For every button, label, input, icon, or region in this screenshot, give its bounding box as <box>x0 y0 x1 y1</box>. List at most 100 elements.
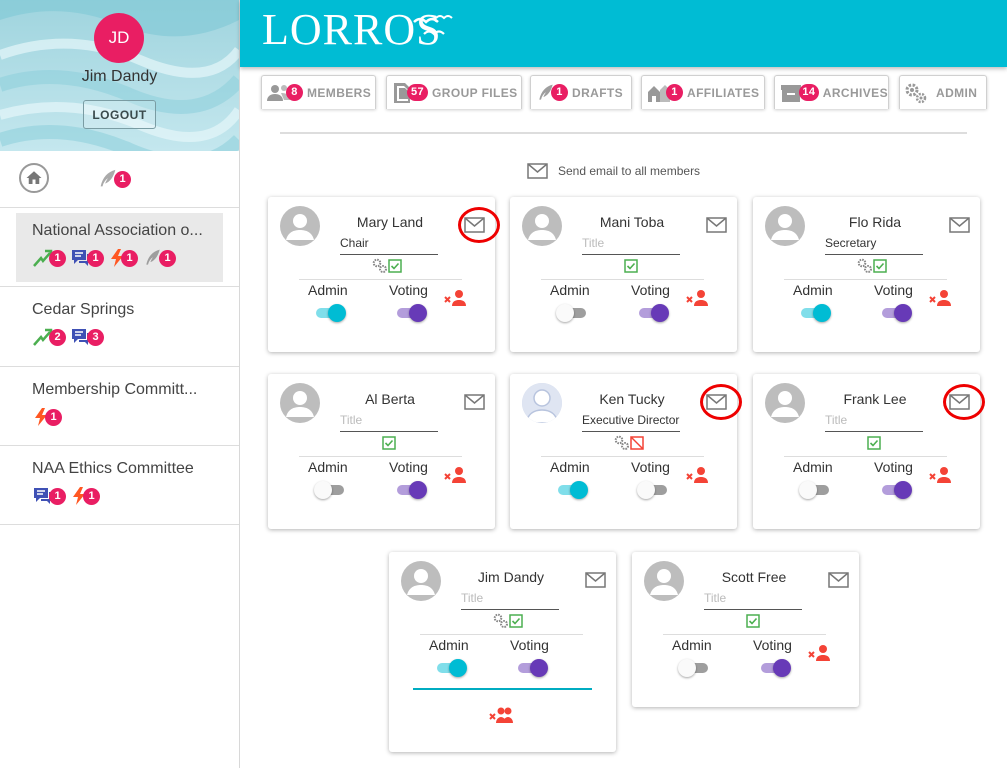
member-title-field[interactable]: Executive Director <box>582 413 680 427</box>
checkbox-checked-icon[interactable] <box>746 614 760 628</box>
toggle-knob[interactable] <box>773 659 791 677</box>
permission-icons <box>746 612 760 630</box>
member-title-field[interactable]: Chair <box>340 236 438 250</box>
toggle-knob[interactable] <box>556 304 574 322</box>
member-title-field[interactable]: Title <box>340 413 438 427</box>
checkbox-checked-icon[interactable] <box>873 259 887 273</box>
admin-toggle[interactable] <box>556 303 586 323</box>
toggle-knob[interactable] <box>637 481 655 499</box>
toggle-knob[interactable] <box>449 659 467 677</box>
group-activity-lightning[interactable]: 1 <box>32 407 62 427</box>
voting-toggle[interactable] <box>397 480 427 500</box>
toggle-knob[interactable] <box>530 659 548 677</box>
member-avatar[interactable] <box>765 206 805 246</box>
toggle-knob[interactable] <box>314 481 332 499</box>
member-avatar[interactable] <box>522 383 562 423</box>
email-member-button[interactable] <box>828 572 849 593</box>
email-member-button[interactable] <box>706 217 727 238</box>
remove-member-button[interactable] <box>929 465 953 490</box>
member-title-field[interactable]: Title <box>704 591 802 605</box>
tab-drafts[interactable]: 1 DRAFTS <box>530 75 632 109</box>
member-avatar[interactable] <box>401 561 441 601</box>
tab-archives[interactable]: 14 ARCHIVES <box>774 75 889 109</box>
member-avatar[interactable] <box>522 206 562 246</box>
admin-toggle[interactable] <box>801 303 831 323</box>
member-avatar[interactable] <box>280 383 320 423</box>
remove-member-button[interactable] <box>929 288 953 313</box>
member-avatar[interactable] <box>644 561 684 601</box>
toggle-knob[interactable] <box>799 481 817 499</box>
toggle-knob[interactable] <box>894 304 912 322</box>
gear-icon[interactable] <box>614 435 630 451</box>
member-title-field[interactable]: Title <box>582 236 680 250</box>
toggle-knob[interactable] <box>894 481 912 499</box>
user-avatar[interactable]: JD <box>94 13 144 63</box>
count-badge: 1 <box>49 249 66 267</box>
admin-toggle[interactable] <box>314 480 344 500</box>
group-activity-runner[interactable]: 1 <box>32 248 66 268</box>
drafts-shortcut[interactable]: 1 <box>97 167 131 191</box>
voting-toggle[interactable] <box>637 480 667 500</box>
checkbox-checked-icon[interactable] <box>509 614 523 628</box>
tab-admin[interactable]: ADMIN <box>899 75 987 109</box>
voting-label: Voting <box>389 459 428 475</box>
voting-toggle[interactable] <box>639 303 669 323</box>
voting-toggle[interactable] <box>882 480 912 500</box>
group-activity-quill[interactable]: 1 <box>142 248 176 268</box>
tab-affiliates[interactable]: 1 AFFILIATES <box>641 75 765 109</box>
admin-toggle[interactable] <box>799 480 829 500</box>
group-activity-lightning[interactable]: 1 <box>70 486 100 506</box>
checkbox-checked-icon[interactable] <box>867 436 881 450</box>
admin-toggle[interactable] <box>437 658 467 678</box>
email-member-button[interactable] <box>464 394 485 415</box>
group-activity-chat[interactable]: 3 <box>70 327 104 347</box>
gear-icon[interactable] <box>857 258 873 274</box>
mail-icon <box>706 217 727 237</box>
toggle-knob[interactable] <box>570 481 588 499</box>
home-button[interactable] <box>19 163 49 193</box>
remove-member-button[interactable] <box>686 288 710 313</box>
admin-toggle[interactable] <box>316 303 346 323</box>
remove-member-button[interactable] <box>444 288 468 313</box>
group-activity-runner[interactable]: 2 <box>32 327 66 347</box>
member-avatar[interactable] <box>280 206 320 246</box>
home-icon <box>26 171 42 184</box>
group-activity-lightning[interactable]: 1 <box>108 248 138 268</box>
checkbox-checked-icon[interactable] <box>382 436 396 450</box>
voting-toggle[interactable] <box>761 658 791 678</box>
email-member-button[interactable] <box>949 217 970 238</box>
email-member-button[interactable] <box>585 572 606 593</box>
gear-icon[interactable] <box>493 613 509 629</box>
member-title-field[interactable]: Secretary <box>825 236 923 250</box>
remove-member-button[interactable] <box>686 465 710 490</box>
count-badge: 1 <box>159 249 176 267</box>
permission-blocked-icon[interactable] <box>630 436 644 450</box>
toggle-knob[interactable] <box>409 481 427 499</box>
toggle-knob[interactable] <box>678 659 696 677</box>
title-underline <box>825 254 923 255</box>
tab-group-files[interactable]: 57 GROUP FILES <box>386 75 522 109</box>
tab-members[interactable]: 8 MEMBERS <box>261 75 376 109</box>
voting-toggle[interactable] <box>397 303 427 323</box>
checkbox-checked-icon[interactable] <box>388 259 402 273</box>
admin-toggle[interactable] <box>558 480 588 500</box>
remove-member-button[interactable] <box>808 643 832 668</box>
toggle-knob[interactable] <box>651 304 669 322</box>
send-email-all-button[interactable]: Send email to all members <box>527 163 700 179</box>
checkbox-checked-icon[interactable] <box>624 259 638 273</box>
remove-group-button[interactable] <box>489 705 515 730</box>
gear-icon[interactable] <box>372 258 388 274</box>
member-title-field[interactable]: Title <box>825 413 923 427</box>
toggle-knob[interactable] <box>328 304 346 322</box>
toggle-knob[interactable] <box>813 304 831 322</box>
member-avatar[interactable] <box>765 383 805 423</box>
voting-toggle[interactable] <box>518 658 548 678</box>
group-activity-chat[interactable]: 1 <box>70 248 104 268</box>
logout-button[interactable]: LOGOUT <box>83 100 156 129</box>
voting-toggle[interactable] <box>882 303 912 323</box>
admin-toggle[interactable] <box>678 658 708 678</box>
toggle-knob[interactable] <box>409 304 427 322</box>
member-title-field[interactable]: Title <box>461 591 559 605</box>
remove-member-button[interactable] <box>444 465 468 490</box>
group-activity-chat[interactable]: 1 <box>32 486 66 506</box>
